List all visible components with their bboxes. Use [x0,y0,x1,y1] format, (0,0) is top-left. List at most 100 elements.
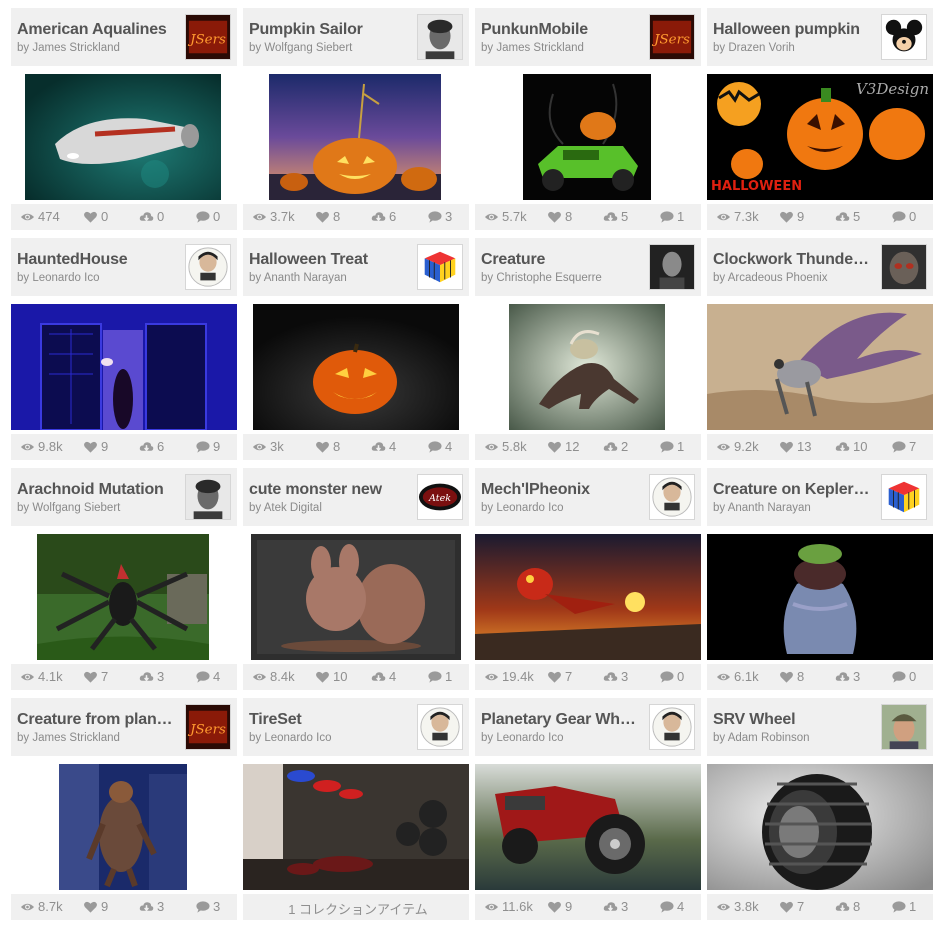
author-avatar[interactable] [417,14,463,60]
author-name[interactable]: by Ananth Narayan [249,272,407,284]
model-card-hauntedhouse[interactable]: HauntedHouse by Leonardo Ico 9.8k 9 6 9 [11,238,237,460]
model-card-creature[interactable]: Creature by Christophe Esquerre 5.8k 12 … [475,238,701,460]
like-button[interactable]: 7 [83,669,108,684]
author-avatar[interactable] [881,704,927,750]
comment-count[interactable]: 1 [891,899,916,914]
like-button[interactable]: 8 [315,439,340,454]
model-thumbnail[interactable] [59,764,187,890]
model-title[interactable]: American Aqualines [17,21,175,39]
model-thumbnail[interactable] [11,304,237,430]
like-button[interactable]: 7 [547,669,572,684]
model-thumbnail[interactable] [707,534,933,660]
collection-count[interactable]: 1 コレクションアイテム [243,899,469,926]
download-count[interactable]: 3 [139,669,164,684]
model-card-srv-wheel[interactable]: SRV Wheel by Adam Robinson 3.8k 7 8 1 [707,698,933,920]
model-thumbnail[interactable] [707,304,933,430]
model-title[interactable]: PunkunMobile [481,21,639,39]
model-card-mech-lpheonix[interactable]: Mech'lPheonix by Leonardo Ico 19.4k 7 3 … [475,468,701,690]
model-card-arachnoid-mutation[interactable]: Arachnoid Mutation by Wolfgang Siebert 4… [11,468,237,690]
model-title[interactable]: HauntedHouse [17,251,175,269]
author-name[interactable]: by Wolfgang Siebert [17,502,175,514]
download-count[interactable]: 2 [603,439,628,454]
model-title[interactable]: Arachnoid Mutation [17,481,175,499]
comment-count[interactable]: 4 [659,899,684,914]
download-count[interactable]: 5 [603,209,628,224]
like-button[interactable]: 8 [547,209,572,224]
comment-count[interactable]: 4 [195,669,220,684]
model-title[interactable]: Halloween Treat [249,251,407,269]
model-title[interactable]: Mech'lPheonix [481,481,639,499]
author-avatar[interactable] [649,704,695,750]
model-card-creature-on-kepler-22b[interactable]: Creature on Kepler-22b by Ananth Narayan… [707,468,933,690]
like-button[interactable]: 9 [547,899,572,914]
download-count[interactable]: 3 [835,669,860,684]
comment-count[interactable]: 7 [891,439,916,454]
download-count[interactable]: 0 [139,209,164,224]
model-thumbnail[interactable] [37,534,209,660]
like-button[interactable]: 13 [779,439,811,454]
model-card-tireset[interactable]: TireSet by Leonardo Ico 1 コレクションアイテム [243,698,469,926]
model-card-punkunmobile[interactable]: PunkunMobile by James Strickland JSers 5… [475,8,701,230]
author-avatar[interactable] [417,704,463,750]
author-name[interactable]: by James Strickland [481,42,639,54]
download-count[interactable]: 8 [835,899,860,914]
comment-count[interactable]: 0 [891,209,916,224]
like-button[interactable]: 7 [779,899,804,914]
author-name[interactable]: by Wolfgang Siebert [249,42,407,54]
comment-count[interactable]: 4 [427,439,452,454]
author-name[interactable]: by Drazen Vorih [713,42,871,54]
like-button[interactable]: 0 [83,209,108,224]
download-count[interactable]: 3 [139,899,164,914]
model-title[interactable]: Creature [481,251,639,269]
model-title[interactable]: Halloween pumpkin [713,21,871,39]
like-button[interactable]: 8 [315,209,340,224]
model-thumbnail[interactable] [475,764,701,890]
author-avatar[interactable] [881,474,927,520]
author-avatar[interactable] [185,244,231,290]
model-title[interactable]: Clockwork Thunderbird [713,251,871,269]
author-avatar[interactable]: JSers [185,704,231,750]
model-thumbnail[interactable] [269,74,441,200]
comment-count[interactable]: 9 [195,439,220,454]
comment-count[interactable]: 0 [891,669,916,684]
author-avatar[interactable] [649,474,695,520]
author-avatar[interactable]: Atek [417,474,463,520]
like-button[interactable]: 9 [779,209,804,224]
comment-count[interactable]: 1 [427,669,452,684]
model-thumbnail[interactable] [25,74,221,200]
author-avatar[interactable]: JSers [649,14,695,60]
download-count[interactable]: 5 [835,209,860,224]
model-thumbnail[interactable] [243,764,469,890]
author-name[interactable]: by Leonardo Ico [481,732,639,744]
download-count[interactable]: 10 [835,439,867,454]
like-button[interactable]: 9 [83,439,108,454]
model-card-halloween-pumpkin[interactable]: Halloween pumpkin by Drazen Vorih HALLOW… [707,8,933,230]
model-card-creature-from-planet-x[interactable]: Creature from planet X by James Strickla… [11,698,237,920]
download-count[interactable]: 4 [371,669,396,684]
comment-count[interactable]: 3 [427,209,452,224]
comment-count[interactable]: 1 [659,439,684,454]
author-avatar[interactable] [881,14,927,60]
model-title[interactable]: cute monster new [249,481,407,499]
like-button[interactable]: 12 [547,439,579,454]
model-thumbnail[interactable] [509,304,665,430]
author-name[interactable]: by Arcadeous Phoenix [713,272,871,284]
download-count[interactable]: 4 [371,439,396,454]
author-name[interactable]: by Christophe Esquerre [481,272,639,284]
model-card-halloween-treat[interactable]: Halloween Treat by Ananth Narayan 3k 8 4… [243,238,469,460]
like-button[interactable]: 10 [315,669,347,684]
model-card-pumpkin-sailor[interactable]: Pumpkin Sailor by Wolfgang Siebert 3.7k … [243,8,469,230]
model-thumbnail[interactable] [253,304,459,430]
download-count[interactable]: 6 [139,439,164,454]
author-avatar[interactable]: JSers [185,14,231,60]
download-count[interactable]: 3 [603,669,628,684]
model-card-cute-monster-new[interactable]: cute monster new by Atek Digital Atek 8.… [243,468,469,690]
model-title[interactable]: Creature from planet X [17,711,175,729]
author-name[interactable]: by Adam Robinson [713,732,871,744]
comment-count[interactable]: 3 [195,899,220,914]
model-thumbnail[interactable] [475,534,701,660]
model-card-planetary-gear-wheel[interactable]: Planetary Gear Wheel by Leonardo Ico 11.… [475,698,701,920]
author-name[interactable]: by Leonardo Ico [17,272,175,284]
author-name[interactable]: by Ananth Narayan [713,502,871,514]
author-name[interactable]: by Leonardo Ico [481,502,639,514]
